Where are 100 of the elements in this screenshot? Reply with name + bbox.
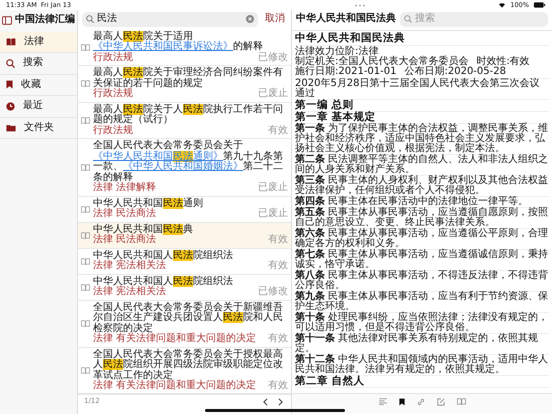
category-tags: 法律 有关法律问题和重大问题的决定 [93,381,256,392]
metadata-line: 法律效力位阶:法律 [295,46,378,56]
result-item[interactable]: 全国人民代表大会常务委员会关于 《中华人民共和国民法通则》第九十九条第一款、《中华人民共和国婚姻法》第二十二条的解释 法律 法律解释 已废止 [78,139,291,196]
metadata-line: 施行日期:2021-01-01 [295,66,396,76]
chapter-heading: 第二章 自然人 [295,376,549,388]
result-title: 中华人民共和国人民法院组织法 [93,276,234,286]
category-tags: 法律 民法商法 [93,209,156,220]
sidebar-item[interactable]: 搜索 [0,53,77,74]
status-label: 有效 [268,381,288,392]
book-icon [81,232,90,238]
law-link[interactable]: 《中华人民共和国民事诉讼法》 [93,41,233,52]
link-icon[interactable] [416,398,424,406]
book-icon [81,258,90,264]
article-text: 第八条 民事主体从事民事活动，不得违反法律，不得违背公序良俗。 [295,270,549,292]
result-item[interactable]: 全国人民代表大会常务委员会关于授权最高人民法院组织开展四级法院审级职能定位改革试点工作的决定 法律 有关法律问题和重大问题的决定 有效 [78,348,291,394]
clock-icon [6,102,15,111]
result-title: 最高人民法院关于人民法院执行工作若干问题的规定（试行） [93,104,284,125]
category-tags: 行政法规 [93,126,133,136]
search-icon [86,15,94,24]
book-icon [81,367,90,374]
result-title: 中华人民共和国民法典 [93,224,194,234]
result-title: 最高人民法院关于审理经济合同纠纷案件有关保证的若干问题的规定 [93,68,283,88]
result-item[interactable]: 中华人民共和国人民法院组织法 法律 宪法相关法 已修改 [78,274,291,300]
law-link[interactable]: 《中华人民共和国民法通则》 [93,150,223,162]
document-title: 中华人民共和国民法典 [295,30,549,46]
status-label: 已废止 [258,209,288,220]
article-text: 第四条 民事主体在民事活动中的法律地位一律平等。 [295,196,549,208]
sidebar-item[interactable]: 文件夹 [0,118,77,139]
status-label: 已修改 [258,287,288,298]
book-icon[interactable] [456,398,466,405]
edit-icon[interactable] [436,398,444,406]
status-label: 有效 [268,334,288,344]
result-title: 中华人民共和国人民法院组织法 [93,250,234,260]
status-label: 有效 [268,235,288,246]
status-label: 已废止 [258,89,288,100]
result-title: 全国人民代表大会常务委员会关于 《中华人民共和国民法通则》第九十九条第一款、《中华人民共和国婚姻法》第二十二条的解释 [93,141,283,182]
article-text: 第二条 民法调整平等主体的自然人、法人和非法人组织之间的人身关系和财产关系。 [295,154,549,176]
category-tags: 法律 有关法律问题和重大问题的决定 [93,334,256,344]
metadata-line: 制定机关:全国人民代表大会常务委员会 [295,56,468,66]
wifi-icon [498,2,506,8]
book-icon [81,44,90,51]
status-label: 有效 [268,126,288,136]
article-text: 第十二条 中华人民共和国领域内的民事活动，适用中华人民共和国法律。法律另有规定的，依照其规定。 [295,354,549,376]
search-icon [6,58,15,68]
battery-icon [533,2,546,8]
status-label: 已废止 [258,183,288,194]
chapter-heading: 第一章 基本规定 [295,112,549,124]
status-label: 有效 [268,261,288,272]
book-icon [81,164,90,171]
article-text: 第六条 民事主体从事民事活动，应当遵循公平原则，合理确定各方的权利和义务。 [295,228,549,250]
result-item[interactable]: 最高人民法院关于人民法院执行工作若干问题的规定（试行） 行政法规 有效 [78,102,291,139]
chevron-right-icon[interactable] [278,398,283,406]
sidebar-item[interactable]: 法律 [0,32,77,53]
category-tags: 行政法规 [93,89,133,100]
result-title: 最高人民法院关于适用 《中华人民共和国民事诉讼法》的解释 [93,32,264,52]
result-title: 全国人民代表大会常务委员会关于授权最高人民法院组织开展四级法院审级职能定位改革试点工作的决定 [93,350,283,380]
book-icon [81,116,90,124]
document-header-title: 中华人民共和国民法典 [296,14,396,24]
sidebar-item[interactable]: 最近 [0,96,77,118]
article-text: 第七条 民事主体从事民事活动，应当遵循诚信原则，秉持诚实，恪守承诺。 [295,250,549,270]
category-tags: 法律 宪法相关法 [93,261,166,272]
part-heading: 第一编 总则 [295,100,549,112]
result-item[interactable]: 全国人民代表大会常务委员会关于新疆维吾尔自治区生产建设兵团设置人民法院和人民检察院的决定 法律 有关法律问题和重大问题的决定 有效 [78,300,291,348]
bookmark-icon[interactable] [398,398,404,406]
category-tags: 法律 法律解释 [93,183,156,194]
book-icon [81,320,90,327]
article-text: 第十一条 其他法律对民事关系有特别规定的，依照其规定。 [295,334,549,354]
clear-icon[interactable] [246,15,254,24]
category-tags: 法律 民法商法 [93,235,156,246]
book-icon [81,206,90,212]
category-tags: 行政法规 [93,52,133,63]
chevron-left-icon[interactable] [263,398,268,406]
article-text: 第九条 民事主体从事民事活动，应当有利于节约资源、保护生态环境。 [295,292,549,312]
search-icon [404,15,412,24]
metadata-line: 公布日期:2020-05-28 [404,66,506,76]
text-lines-icon[interactable] [378,398,386,405]
result-item[interactable]: 最高人民法院关于适用 《中华人民共和国民事诉讼法》的解释 行政法规 已修改 [78,30,291,66]
result-item[interactable]: 最高人民法院关于审理经济合同纠纷案件有关保证的若干问题的规定 行政法规 已废止 [78,66,291,102]
book-icon [81,80,90,88]
law-link[interactable]: 《中华人民共和国婚姻法》 [123,161,243,172]
category-tags: 法律 宪法相关法 [93,287,166,298]
book-icon [6,38,16,46]
folder-icon [6,124,16,132]
sidebar-item[interactable]: 收藏 [0,74,77,96]
result-title: 全国人民代表大会常务委员会关于新疆维吾尔自治区生产建设兵团设置人民法院和人民检察院的决定 [93,302,283,334]
status-label: 已修改 [258,52,288,63]
more-dots-icon[interactable] [354,4,365,6]
book-icon [81,284,90,290]
search-field[interactable]: 民法 [82,12,258,26]
app-title: 中国法律汇编 [15,15,75,26]
article-text: 第十条 处理民事纠纷，应当依照法律；法律没有规定的，可以适用习惯，但是不得违背公序良俗。 [295,312,549,334]
result-title: 中华人民共和国民法通则 [93,198,204,208]
result-item[interactable]: 中华人民共和国人民法院组织法 法律 宪法相关法 有效 [78,248,291,274]
cancel-button[interactable]: 取消 [263,13,287,26]
article-text: 第一条 为了保护民事主体的合法权益，调整民事关系，维护社会和经济秩序，适应中国特色社会主义发展要求，弘扬社会主义核心价值观，根据宪法，制定本法。 [295,124,549,154]
sidebar-toggle-icon[interactable] [2,16,12,25]
metadata-line: 时效性:有效 [476,56,530,66]
result-item[interactable]: 中华人民共和国民法典 法律 民法商法 有效 [78,222,291,248]
article-text: 第五条 民事主体从事民事活动，应当遵循自愿原则，按照自己的意思设立、变更、终止民事法律关系。 [295,208,549,228]
adoption-note: 2020年5月28日第十三届全国人民代表大会第三次会议通过 [295,78,549,100]
